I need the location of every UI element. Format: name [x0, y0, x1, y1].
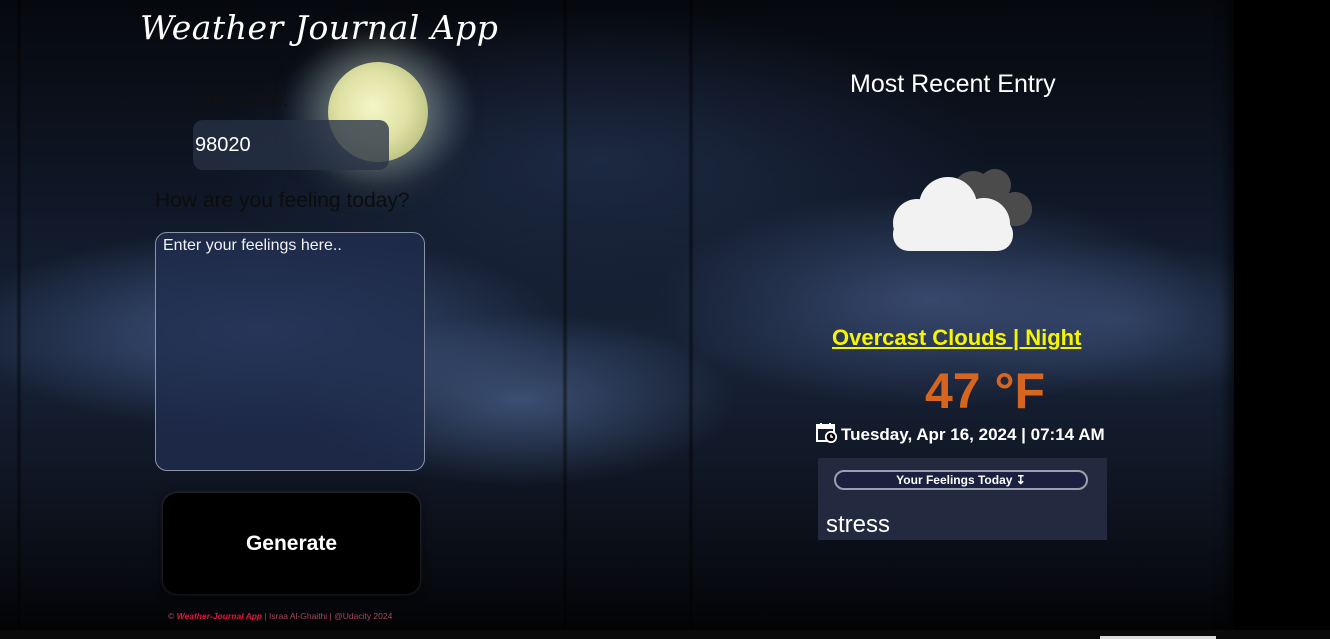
feelings-heading: Your Feelings Today ↧	[834, 470, 1088, 490]
footer-credits: | Israa Al-Ghaithi | @Udacity 2024	[262, 611, 393, 621]
feelings-content: stress	[826, 511, 891, 538]
panel-divider	[16, 0, 22, 630]
entry-date-text: Tuesday, Apr 16, 2024 | 07:14 AM	[841, 425, 1105, 444]
feelings-label: How are you feeling today?	[155, 189, 410, 212]
generate-button[interactable]: Generate	[163, 493, 420, 594]
app-title: Weather Journal App	[140, 8, 499, 47]
footer-brand: Weather-Journal App	[176, 611, 263, 621]
zip-label: Zip Code:	[193, 86, 289, 111]
calendar-clock-icon	[816, 423, 837, 443]
weather-condition: Overcast Clouds | Night	[832, 325, 1082, 350]
zip-input[interactable]	[193, 120, 389, 170]
entry-date: Tuesday, Apr 16, 2024 | 07:14 AM	[816, 422, 1105, 445]
right-margin	[1234, 0, 1330, 639]
feelings-textarea[interactable]	[155, 232, 425, 471]
temperature: 47 °F	[925, 363, 1046, 419]
panel-divider	[688, 0, 694, 630]
footer: © Weather-Journal App | Israa Al-Ghaithi…	[168, 611, 392, 621]
cloud-night-icon	[893, 169, 1032, 251]
feelings-box: Your Feelings Today ↧ stress	[818, 458, 1107, 540]
footer-copyright: ©	[168, 611, 175, 621]
most-recent-entry-heading: Most Recent Entry	[850, 70, 1056, 98]
panel-divider	[562, 0, 568, 630]
